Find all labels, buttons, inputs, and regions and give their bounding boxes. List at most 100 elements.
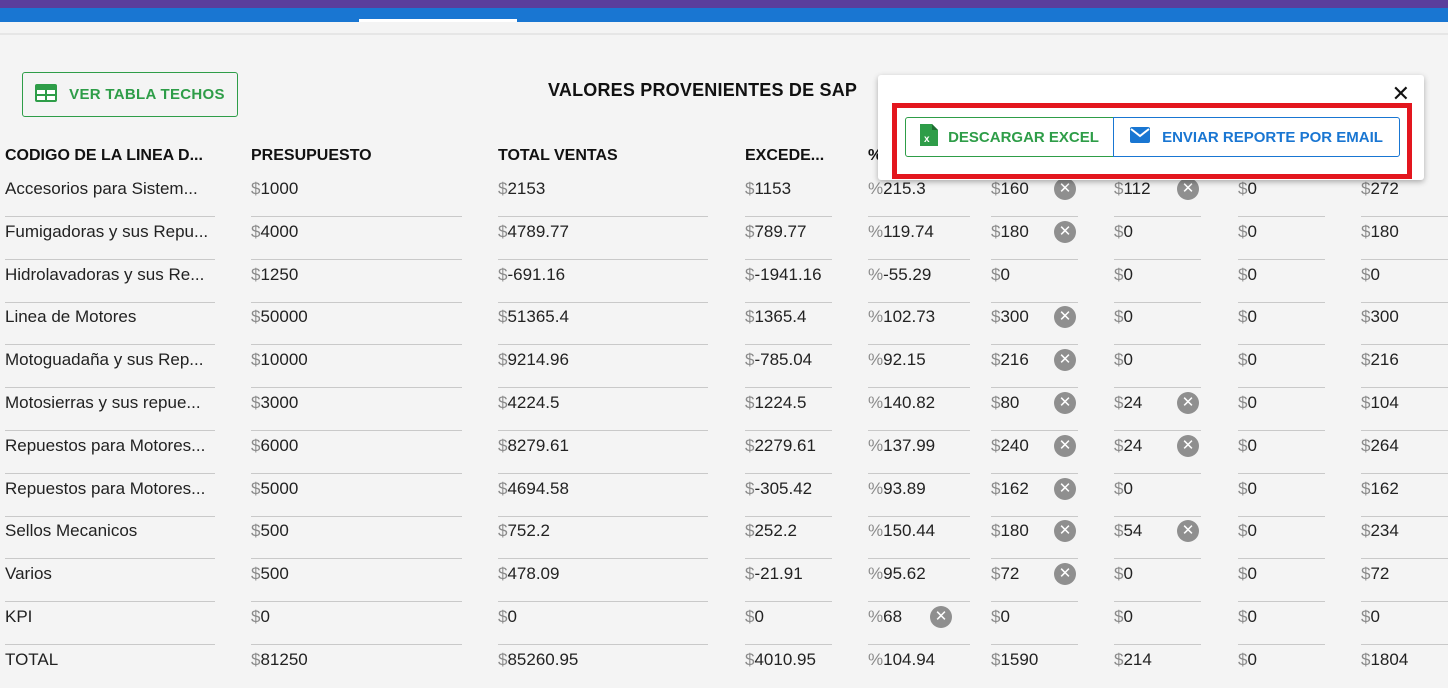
cell-value: 234 <box>1370 521 1399 541</box>
table-cell: %68 <box>868 603 970 645</box>
excel-file-icon: x <box>920 124 939 150</box>
ver-tabla-techos-button[interactable]: VER TABLA TECHOS <box>22 72 238 117</box>
table-cell: $0 <box>1238 475 1325 517</box>
table-cell: %95.62 <box>868 560 970 603</box>
cell-value: 215.3 <box>883 179 926 198</box>
cell-value: 1365.4 <box>754 307 807 327</box>
table-cell: %137.99 <box>868 432 970 474</box>
cell-value: 0 <box>1247 521 1257 541</box>
cell-value: 4224.5 <box>507 393 560 412</box>
table-cell: $0 <box>1238 175 1325 217</box>
cell-value: 72 <box>1370 564 1390 584</box>
cell-value: 0 <box>1123 607 1133 626</box>
cell-value: 1000 <box>260 179 299 198</box>
column-header-2[interactable]: TOTAL VENTAS <box>498 147 738 165</box>
table-cell: $0 <box>1114 303 1201 346</box>
table-cell: $50000 <box>251 303 462 346</box>
close-icon[interactable]: ✕ <box>1392 83 1410 105</box>
cancel-circle-icon[interactable]: ✕ <box>1054 220 1076 243</box>
table-cell: $0 <box>1238 432 1325 474</box>
cell-value: 4010.95 <box>754 649 816 669</box>
cell-value: 112 <box>1123 179 1151 198</box>
percent-symbol: % <box>868 350 884 370</box>
cell-value: 752.2 <box>507 521 551 541</box>
app-bar-stripe <box>0 0 1448 8</box>
cell-value: 0 <box>1247 179 1257 198</box>
table-cell: $-21.91 <box>745 560 832 603</box>
cell-value: 0 <box>1247 607 1257 626</box>
table-cell: $0 <box>1114 475 1201 517</box>
table-cell: $0 <box>1361 603 1448 645</box>
percent-symbol: % <box>868 179 884 198</box>
table-cell: $234 <box>1361 517 1448 560</box>
cell-value: 140.82 <box>883 393 936 412</box>
row-label: TOTAL <box>5 649 59 669</box>
cell-value: 500 <box>260 521 289 541</box>
cell-value: 68 <box>883 607 903 626</box>
descargar-excel-label: DESCARGAR EXCEL <box>948 128 1099 146</box>
table-cell: $81250 <box>251 646 462 688</box>
row-label: KPI <box>5 603 215 645</box>
table-cell: $0 <box>1238 603 1325 645</box>
table-cell: $0 <box>1238 389 1325 431</box>
cell-value: 9214.96 <box>507 350 569 370</box>
percent-symbol: % <box>868 478 884 498</box>
cell-value: 272 <box>1370 179 1399 198</box>
cell-value: 1224.5 <box>754 393 807 412</box>
cell-value: -785.04 <box>754 350 813 370</box>
cell-value: 500 <box>260 564 289 584</box>
cell-value: 137.99 <box>883 435 936 455</box>
table-cell: $3000 <box>251 389 462 431</box>
table-cell: %93.89 <box>868 475 970 517</box>
cell-value: -1941.16 <box>754 264 822 284</box>
cell-value: -55.29 <box>883 264 932 284</box>
ver-tabla-techos-label: VER TABLA TECHOS <box>69 86 225 103</box>
column-header-0[interactable]: CODIGO DE LA LINEA D... <box>5 147 215 165</box>
cell-value: 162 <box>1000 478 1029 498</box>
cancel-circle-icon[interactable]: ✕ <box>1054 392 1076 414</box>
cell-value: 0 <box>1247 264 1257 284</box>
table-cell: $0 <box>1114 346 1201 389</box>
cell-value: 102.73 <box>883 307 936 327</box>
cell-value: 0 <box>1370 607 1380 626</box>
descargar-excel-button[interactable]: x DESCARGAR EXCEL <box>905 117 1114 157</box>
cell-value: 180 <box>1370 221 1399 241</box>
cell-value: 92.15 <box>883 350 926 370</box>
enviar-reporte-email-button[interactable]: ENVIAR REPORTE POR EMAIL <box>1113 117 1400 157</box>
table-cell: $500 <box>251 517 462 560</box>
cell-value: 0 <box>1247 435 1257 455</box>
cell-value: 95.62 <box>883 564 926 584</box>
row-label: Repuestos para Motores... <box>5 475 215 517</box>
table-cell: $0 <box>1238 560 1325 603</box>
cell-value: 0 <box>1370 264 1380 284</box>
cancel-circle-icon[interactable]: ✕ <box>1177 392 1199 414</box>
enviar-reporte-label: ENVIAR REPORTE POR EMAIL <box>1162 128 1383 146</box>
table-cell: $5000 <box>251 475 462 517</box>
cell-value: -21.91 <box>754 564 803 584</box>
column-header-3[interactable]: EXCEDE... <box>745 147 835 165</box>
cell-value: 150.44 <box>883 521 936 541</box>
table-cell: $0 <box>498 603 708 645</box>
cell-value: 85260.95 <box>507 649 579 669</box>
cancel-circle-icon[interactable]: ✕ <box>1177 178 1199 200</box>
cell-value: 160 <box>1000 179 1029 198</box>
cell-value: 1250 <box>260 264 299 284</box>
table-cell: $8279.61 <box>498 432 708 474</box>
cancel-circle-icon[interactable]: ✕ <box>1054 434 1076 457</box>
table-cell: %215.3 <box>868 175 970 217</box>
cell-value: 0 <box>260 607 270 626</box>
cell-value: 478.09 <box>507 564 560 584</box>
row-label: Motoguadaña y sus Rep... <box>5 346 215 389</box>
cancel-circle-icon[interactable]: ✕ <box>930 606 952 628</box>
cancel-circle-icon[interactable]: ✕ <box>1177 434 1199 457</box>
cancel-circle-icon[interactable]: ✕ <box>1054 477 1076 500</box>
cancel-circle-icon[interactable]: ✕ <box>1054 178 1076 200</box>
cell-value: 0 <box>507 607 517 626</box>
table-cell: %92.15 <box>868 346 970 389</box>
table-cell: $-785.04 <box>745 346 832 389</box>
cell-value: 214 <box>1123 649 1152 669</box>
table-cell: $1000 <box>251 175 462 217</box>
table-cell: $1365.4 <box>745 303 832 346</box>
table-cell: $51365.4 <box>498 303 708 346</box>
column-header-1[interactable]: PRESUPUESTO <box>251 147 491 165</box>
